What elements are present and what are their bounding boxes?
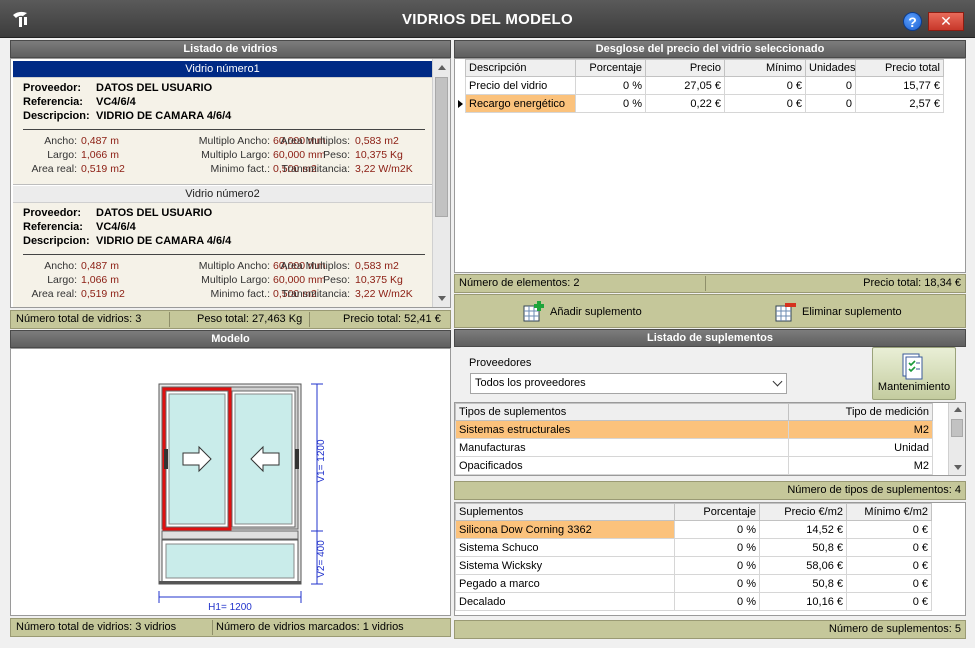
- glass-description: VIDRIO DE CAMARA 4/6/4: [96, 110, 232, 122]
- glass-list-scrollbar[interactable]: [432, 59, 450, 307]
- table-row[interactable]: Sistema Schuco 0 % 50,8 € 0 €: [455, 538, 932, 557]
- providers-select[interactable]: Todos los proveedores: [470, 373, 787, 394]
- supplements-grid: Suplementos Porcentaje Precio €/m2 Mínim…: [454, 502, 966, 616]
- scroll-thumb[interactable]: [435, 77, 448, 217]
- table-row[interactable]: Silicona Dow Corning 3362 0 % 14,52 € 0 …: [455, 520, 932, 539]
- add-supplement-button[interactable]: Añadir suplemento: [523, 297, 642, 327]
- dim-v2: V2= 400: [316, 540, 327, 578]
- price-status: Número de elementos: 2 Precio total: 18,…: [454, 274, 966, 293]
- glass-reference: VC4/6/4: [96, 96, 136, 108]
- supplements-header: Listado de suplementos: [454, 329, 966, 347]
- model-status: Número total de vidrios: 3 vidrios Númer…: [10, 618, 451, 637]
- table-row[interactable]: Decalado 0 % 10,16 € 0 €: [455, 592, 932, 611]
- table-row[interactable]: Manufacturas Unidad: [455, 438, 933, 457]
- supplement-types-grid: Tipos de suplementos Tipo de medición Si…: [454, 402, 966, 476]
- scroll-up-icon[interactable]: [438, 65, 446, 70]
- scroll-thumb[interactable]: [951, 419, 963, 437]
- scroll-up-icon[interactable]: [954, 407, 962, 412]
- table-row[interactable]: Recargo energético 0 % 0,22 € 0 € 0 2,57…: [465, 94, 944, 113]
- help-button[interactable]: ?: [903, 12, 922, 31]
- glass-list-header: Listado de vidrios: [10, 40, 451, 58]
- supplements-table: Suplementos Porcentaje Precio €/m2 Mínim…: [455, 503, 932, 611]
- supplements-status: Número de suplementos: 5: [454, 620, 966, 639]
- glass-card-title: Vidrio número1: [13, 61, 432, 78]
- window-title: VIDRIOS DEL MODELO: [402, 11, 573, 28]
- chevron-down-icon: [772, 376, 783, 387]
- supplement-types-table: Tipos de suplementos Tipo de medición Si…: [455, 403, 933, 475]
- price-toolbar: Añadir suplemento Eliminar suplemento: [454, 294, 966, 328]
- current-row-icon: [458, 100, 463, 108]
- checklist-icon: [902, 353, 923, 380]
- table-row[interactable]: Sistemas estructurales M2: [455, 420, 933, 439]
- glass-list: Vidrio número1 Proveedor: DATOS DEL USUAR…: [10, 58, 451, 308]
- table-row[interactable]: Opacificados M2: [455, 456, 933, 475]
- add-supplement-icon: [523, 301, 544, 322]
- glass-provider: DATOS DEL USUARIO: [96, 82, 213, 94]
- title-bar: VIDRIOS DEL MODELO ? ✕: [0, 0, 975, 38]
- table-row[interactable]: Precio del vidrio 0 % 27,05 € 0 € 0 15,7…: [465, 76, 944, 95]
- price-breakdown-header: Desglose del precio del vidrio seleccion…: [454, 40, 966, 58]
- glass-card-title: Vidrio número2: [13, 186, 432, 203]
- dim-v1: V1= 1200: [316, 439, 327, 483]
- remove-supplement-icon: [775, 303, 796, 322]
- table-row[interactable]: Pegado a marco 0 % 50,8 € 0 €: [455, 574, 932, 593]
- remove-supplement-button[interactable]: Eliminar suplemento: [775, 297, 902, 327]
- window-drawing[interactable]: V1= 1200 V2= 400 H1= 1200: [11, 349, 450, 615]
- price-breakdown-grid: Descripción Porcentaje Precio Mínimo Uni…: [454, 58, 966, 273]
- divider: [23, 129, 425, 130]
- glass-list-status: Número total de vidrios: 3 Peso total: 2…: [10, 310, 451, 329]
- price-table: Descripción Porcentaje Precio Mínimo Uni…: [465, 59, 944, 113]
- model-header: Modelo: [10, 330, 451, 348]
- model-canvas: V1= 1200 V2= 400 H1= 1200: [10, 348, 451, 616]
- glass-provider: DATOS DEL USUARIO: [96, 207, 213, 219]
- scroll-down-icon[interactable]: [954, 465, 962, 470]
- dim-h1: H1= 1200: [208, 602, 252, 613]
- types-scrollbar[interactable]: [948, 403, 965, 475]
- scroll-down-icon[interactable]: [438, 296, 446, 301]
- glass-reference: VC4/6/4: [96, 221, 136, 233]
- divider: [23, 254, 425, 255]
- providers-label: Proveedores: [469, 357, 532, 369]
- glass-description: VIDRIO DE CAMARA 4/6/4: [96, 235, 232, 247]
- close-button[interactable]: ✕: [928, 12, 964, 31]
- glass-card[interactable]: Vidrio número1 Proveedor: DATOS DEL USUAR…: [13, 61, 432, 185]
- maintenance-button[interactable]: Mantenimiento: [872, 347, 956, 400]
- providers-area: Proveedores Todos los proveedores Manten…: [454, 347, 966, 402]
- table-row[interactable]: Sistema Wicksky 0 % 58,06 € 0 €: [455, 556, 932, 575]
- glass-card[interactable]: Vidrio número2 Proveedor: DATOS DEL USUAR…: [13, 186, 432, 307]
- supplement-types-status: Número de tipos de suplementos: 4: [454, 481, 966, 500]
